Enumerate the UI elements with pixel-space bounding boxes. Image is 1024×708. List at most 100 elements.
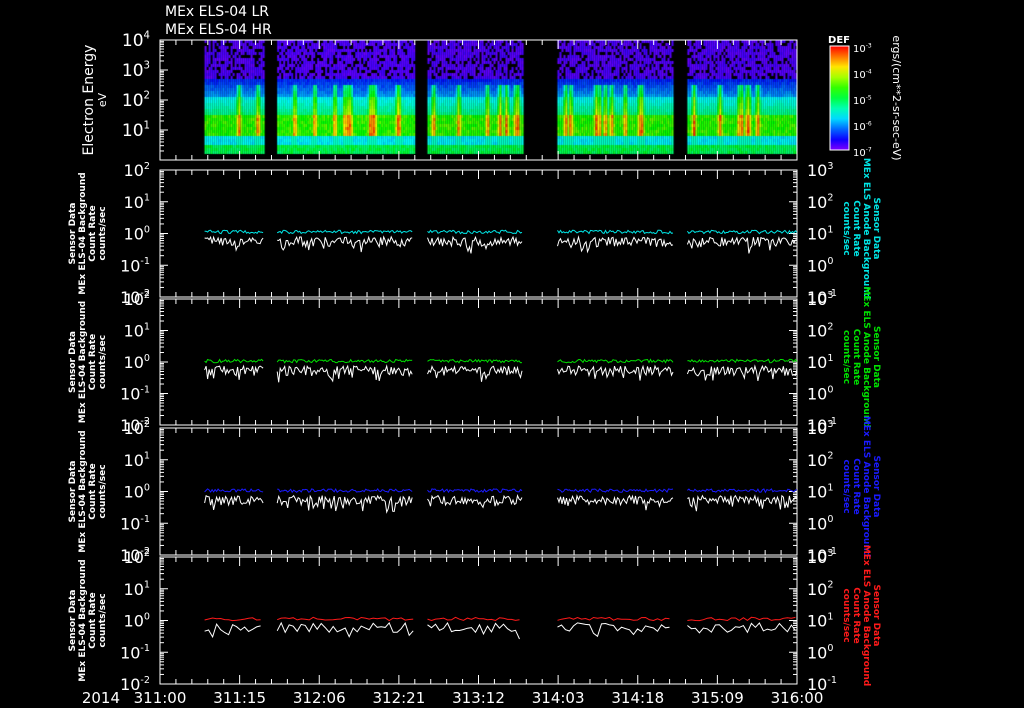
els-background-line — [686, 364, 798, 381]
anode-background-line — [557, 488, 674, 494]
y-tick-label: 103 — [122, 60, 150, 81]
right-axis-label: MEx ELS Anode Background — [861, 545, 871, 686]
right-axis-label: Sensor Data — [871, 197, 881, 259]
left-y-tick-label: 100 — [124, 482, 150, 501]
left-axis-label: MEx ELS-04 Background — [78, 301, 88, 423]
x-tick-label: 314:18 — [611, 689, 664, 707]
title-hr: MEx ELS-04 HR — [165, 22, 272, 38]
left-axis-label: Count Rate — [88, 463, 98, 519]
colorbar-tick-label: 10-4 — [853, 69, 872, 82]
colorbar-units: ergs/(cm**2-sr-sec-eV) — [890, 35, 903, 160]
anode-background-line — [427, 358, 523, 364]
right-y-tick-label: 102 — [807, 193, 833, 212]
els-background-line — [427, 365, 523, 382]
els-background-line — [204, 235, 264, 252]
anode-background-line — [557, 358, 674, 364]
left-y-tick-label: 101 — [124, 451, 150, 470]
left-y-tick-label: 101 — [124, 321, 150, 340]
y-tick-label: 104 — [122, 30, 150, 51]
left-axis-label: Sensor Data — [68, 460, 78, 522]
right-y-tick-label: 100 — [807, 384, 833, 403]
els-background-line — [276, 494, 413, 514]
anode-background-line — [204, 617, 261, 622]
right-axis-label: Count Rate — [851, 587, 861, 643]
right-axis-label: Count Rate — [851, 458, 861, 514]
colorbar-tick-label: 10-6 — [853, 121, 872, 134]
els-background-line — [204, 495, 264, 511]
right-y-tick-label: 100 — [807, 256, 833, 275]
anode-background-line — [557, 229, 674, 235]
els-background-line — [277, 235, 413, 253]
right-y-tick-label: 101 — [807, 353, 833, 372]
anode-background-line — [687, 358, 798, 364]
els-background-line — [687, 622, 796, 634]
els-background-line — [427, 235, 523, 254]
right-axis-label: Sensor Data — [871, 455, 881, 517]
right-y-tick-label: 101 — [807, 611, 833, 630]
right-axis-label: Sensor Data — [871, 326, 881, 388]
left-axis-label: Count Rate — [88, 334, 98, 390]
anode-background-line — [686, 229, 798, 235]
x-tick-label: 312:21 — [372, 689, 425, 707]
left-y-tick-label: 10-1 — [120, 514, 150, 533]
anode-background-line — [276, 229, 413, 235]
left-axis-label: MEx ELS-04 Background — [78, 172, 88, 294]
els-background-line — [557, 494, 674, 511]
els-background-line — [686, 236, 798, 254]
x-tick-label: 311:00 — [134, 689, 187, 707]
els-background-line — [204, 364, 264, 380]
y-tick-label: 101 — [122, 120, 150, 141]
left-y-tick-label: 100 — [124, 353, 150, 372]
right-axis-label: counts/sec — [841, 201, 851, 255]
anode-background-line — [276, 358, 413, 364]
y-axis-units: eV — [96, 92, 109, 107]
x-tick-label: 312:06 — [293, 689, 346, 707]
right-axis-label: Sensor Data — [871, 584, 881, 646]
anode-background-line — [204, 358, 264, 364]
left-y-tick-label: 102 — [124, 419, 150, 438]
y-axis-label: Electron Energy — [81, 45, 97, 156]
left-y-tick-label: 10-1 — [120, 643, 150, 662]
anode-background-line — [687, 488, 798, 494]
colorbar-tick-label: 10-3 — [853, 43, 872, 56]
right-y-tick-label: 103 — [807, 548, 833, 567]
left-axis-label: Sensor Data — [68, 331, 78, 393]
right-y-tick-label: 100 — [807, 514, 833, 533]
left-axis-label: counts/sec — [98, 593, 108, 647]
left-y-tick-label: 100 — [124, 611, 150, 630]
anode-background-line — [427, 488, 523, 494]
anode-background-line — [427, 616, 520, 622]
els-background-line — [427, 622, 520, 640]
anode-background-line — [204, 488, 264, 493]
right-axis-label: counts/sec — [841, 588, 851, 642]
right-axis-label: MEx ELS Anode Background — [861, 416, 871, 557]
x-tick-label: 311:15 — [213, 689, 266, 707]
els-background-line — [557, 235, 674, 254]
left-axis-label: MEx ELS-04 Background — [78, 430, 88, 552]
right-y-tick-label: 103 — [807, 161, 833, 180]
right-y-tick-label: 103 — [807, 290, 833, 309]
right-y-tick-label: 100 — [807, 643, 833, 662]
spectrogram-frame — [159, 39, 798, 161]
right-axis-label: counts/sec — [841, 459, 851, 513]
title-lr: MEx ELS-04 LR — [165, 4, 269, 20]
left-y-tick-label: 102 — [124, 548, 150, 567]
left-axis-label: MEx ELS-04 Background — [78, 559, 88, 681]
els-background-line — [687, 494, 798, 512]
right-y-tick-label: 101 — [807, 224, 833, 243]
plot-area: MEx ELS-04 LR MEx ELS-04 HR 104 103 102 101… — [68, 4, 903, 707]
anode-background-line — [277, 488, 413, 494]
colorbar — [829, 45, 850, 151]
left-axis-label: counts/sec — [98, 206, 108, 260]
x-tick-label: 316:00 — [771, 689, 824, 707]
left-axis-label: Sensor Data — [68, 589, 78, 651]
left-axis-label: Count Rate — [88, 205, 98, 261]
anode-background-line — [277, 616, 414, 622]
els-background-line — [427, 493, 523, 509]
year-label: 2014 — [82, 689, 120, 707]
right-y-tick-label: 102 — [807, 451, 833, 470]
left-axis-label: counts/sec — [98, 335, 108, 389]
els-background-line — [557, 622, 670, 638]
right-axis-label: Count Rate — [851, 329, 861, 385]
left-y-tick-label: 10-1 — [120, 384, 150, 403]
